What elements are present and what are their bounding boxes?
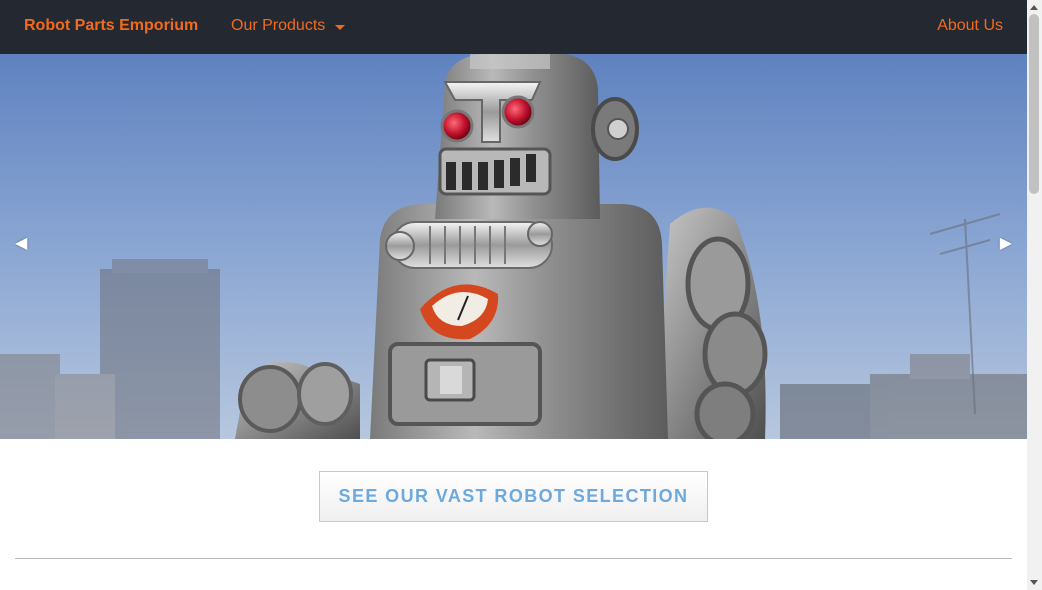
top-navbar: Robot Parts Emporium Our Products About …: [0, 0, 1027, 54]
caret-down-icon: [335, 24, 346, 30]
brand-link[interactable]: Robot Parts Emporium: [24, 17, 198, 35]
vertical-scrollbar[interactable]: [1027, 0, 1042, 590]
page-content: Robot Parts Emporium Our Products About …: [0, 0, 1027, 590]
scroll-up-arrow-icon[interactable]: [1030, 5, 1038, 10]
nav-about-link[interactable]: About Us: [937, 17, 1003, 35]
hero-robot-image: [0, 54, 1027, 439]
arrow-right-icon[interactable]: ▶: [1000, 236, 1012, 252]
robot-selection-button[interactable]: SEE OUR VAST ROBOT SELECTION: [319, 471, 708, 522]
nav-products-dropdown[interactable]: Our Products: [231, 17, 346, 35]
nav-products-label: Our Products: [231, 17, 326, 34]
scrollbar-thumb[interactable]: [1029, 14, 1039, 194]
scroll-down-arrow-icon[interactable]: [1030, 580, 1038, 585]
hero-carousel: ◀ ▶: [0, 54, 1027, 439]
page: Robot Parts Emporium Our Products About …: [0, 0, 1042, 590]
arrow-left-icon[interactable]: ◀: [15, 236, 27, 252]
section-divider: [15, 558, 1012, 559]
